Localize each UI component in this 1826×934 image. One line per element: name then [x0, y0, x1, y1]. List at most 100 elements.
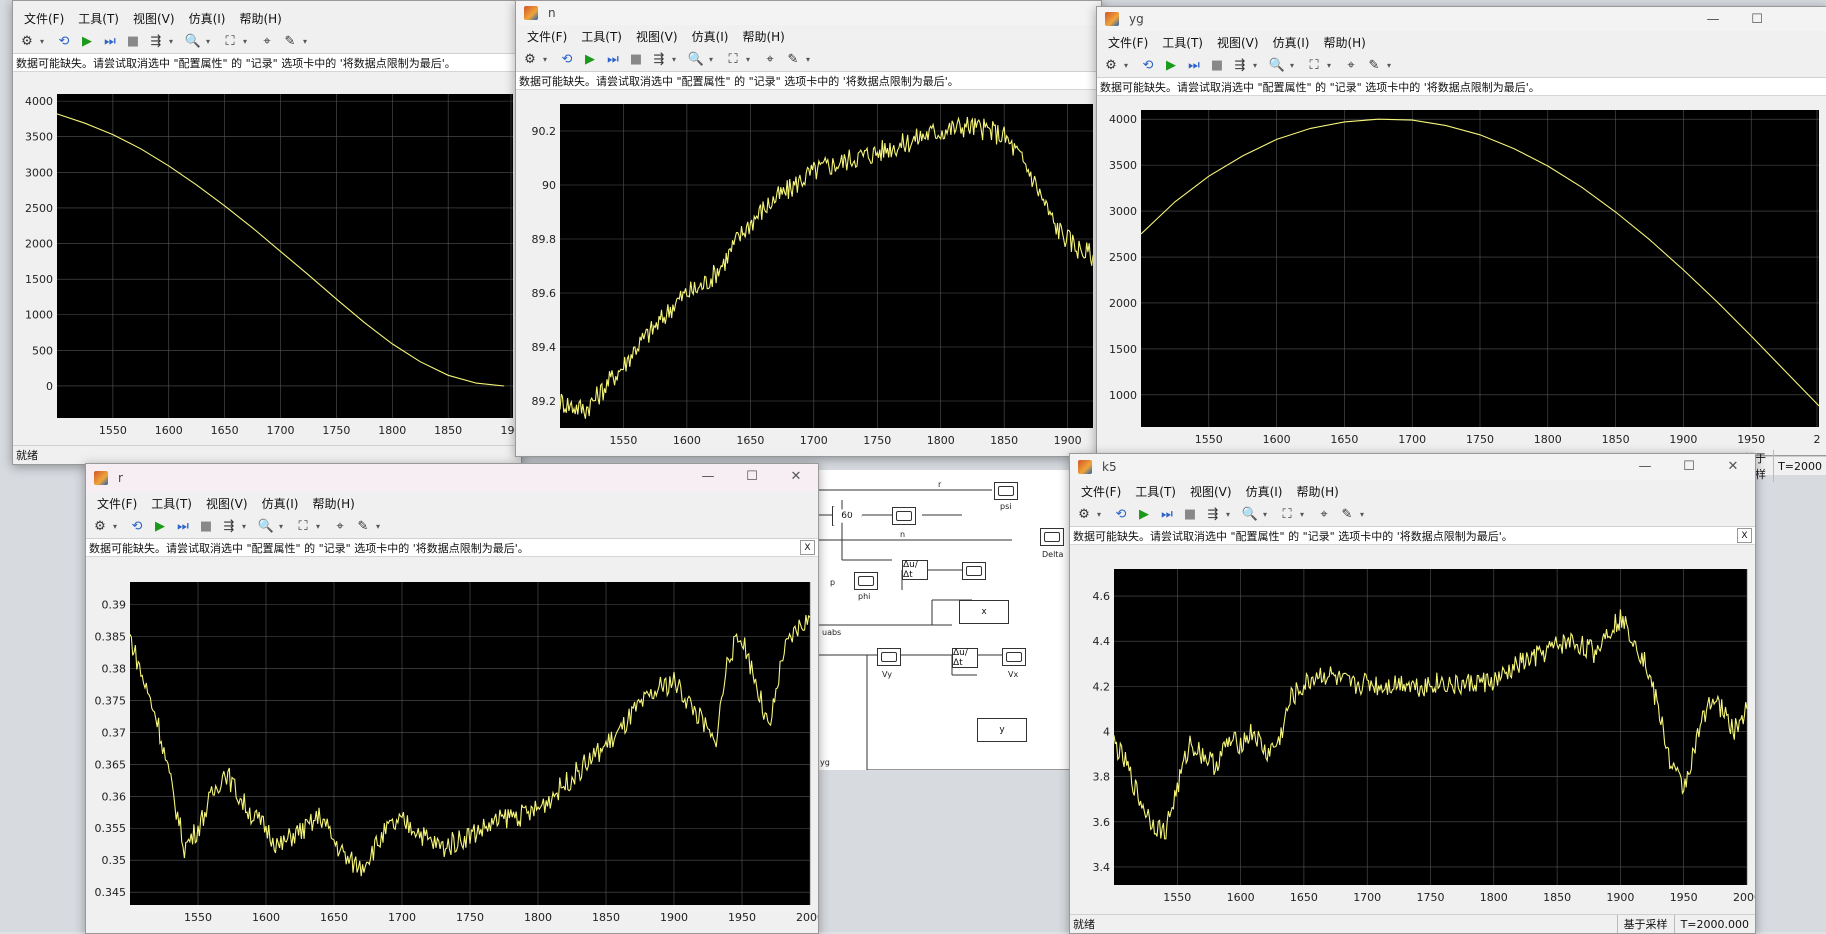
scope-block-delta[interactable]	[1040, 528, 1064, 546]
menu-help[interactable]: 帮助(H)	[742, 28, 784, 45]
menu-simulation[interactable]: 仿真(I)	[1273, 34, 1310, 51]
highlight-icon[interactable]: ⇶	[219, 516, 239, 536]
cursor-icon[interactable]: ⌖	[257, 31, 277, 51]
edit-dropdown[interactable]: ▾	[303, 37, 311, 46]
gear-icon[interactable]: ⚙	[17, 31, 37, 51]
menu-view[interactable]: 视图(V)	[636, 28, 678, 45]
titlebar[interactable]: r — ☐ ✕	[86, 464, 818, 492]
gear-icon[interactable]: ⚙	[90, 516, 110, 536]
restore-icon[interactable]: ⟲	[54, 31, 74, 51]
maximize-button[interactable]: ☐	[730, 464, 774, 488]
menu-tools[interactable]: 工具(T)	[581, 28, 622, 45]
derivative-block-1[interactable]: Δu/Δt	[902, 560, 928, 580]
step-forward-icon[interactable]: ⏭	[1184, 55, 1204, 75]
fit-dropdown[interactable]: ▾	[316, 522, 324, 531]
cursor-icon[interactable]: ⌖	[1341, 55, 1361, 75]
zoom-icon[interactable]: 🔍	[686, 49, 706, 69]
scope-block-n[interactable]	[892, 507, 916, 525]
gear-dropdown[interactable]: ▾	[1097, 510, 1105, 519]
restore-icon[interactable]: ⟲	[1111, 504, 1131, 524]
scope-block-vy[interactable]	[877, 648, 901, 666]
highlight-icon[interactable]: ⇶	[1203, 504, 1223, 524]
gear-icon[interactable]: ⚙	[520, 49, 540, 69]
restore-icon[interactable]: ⟲	[1138, 55, 1158, 75]
menu-simulation[interactable]: 仿真(I)	[1246, 483, 1283, 500]
zoom-icon[interactable]: 🔍	[1240, 504, 1260, 524]
edit-dropdown[interactable]: ▾	[1360, 510, 1368, 519]
step-forward-icon[interactable]: ⏭	[100, 31, 120, 51]
highlight-icon[interactable]: ⇶	[649, 49, 669, 69]
plot-area[interactable]: 0.345 0.35 0.355 0.36 0.365 0.37 0.375 0.38 0.38…	[86, 578, 818, 933]
menu-file[interactable]: 文件(F)	[527, 28, 567, 45]
menu-view[interactable]: 视图(V)	[133, 10, 175, 27]
edit-icon[interactable]: ✎	[280, 31, 300, 51]
plot-area[interactable]: 3.4 3.6 3.8 4 4.2 4.4 4.6 1550 1600 1650 1700 1750 1…	[1070, 565, 1755, 913]
stop-icon[interactable]: ■	[1180, 504, 1200, 524]
highlight-dropdown[interactable]: ▾	[242, 522, 250, 531]
edit-icon[interactable]: ✎	[783, 49, 803, 69]
titlebar[interactable]: k5 — ☐ ✕	[1070, 454, 1755, 480]
plot-area[interactable]: 1000 1500 2000 2500 3000 3500 4000 1550 1600 1650…	[1097, 106, 1826, 455]
restore-icon[interactable]: ⟲	[557, 49, 577, 69]
scope-block-psi[interactable]	[994, 482, 1018, 500]
menu-tools[interactable]: 工具(T)	[1135, 483, 1176, 500]
menu-tools[interactable]: 工具(T)	[1162, 34, 1203, 51]
menu-simulation[interactable]: 仿真(I)	[262, 495, 299, 512]
y-block[interactable]: y	[977, 718, 1027, 742]
zoom-icon[interactable]: 🔍	[1267, 55, 1287, 75]
highlight-dropdown[interactable]: ▾	[672, 55, 680, 64]
maximize-button[interactable]: ☐	[1667, 454, 1711, 478]
fit-dropdown[interactable]: ▾	[243, 37, 251, 46]
stop-icon[interactable]: ■	[196, 516, 216, 536]
minimize-button[interactable]: —	[1691, 7, 1735, 31]
gear-dropdown[interactable]: ▾	[1124, 61, 1132, 70]
zoom-dropdown[interactable]: ▾	[279, 522, 287, 531]
close-button[interactable]: ✕	[774, 464, 818, 488]
scope-window-yg[interactable]: yg — ☐ 文件(F) 工具(T) 视图(V) 仿真(I) 帮助(H) ⚙ ▾ …	[1096, 6, 1826, 456]
gear-icon[interactable]: ⚙	[1101, 55, 1121, 75]
menu-file[interactable]: 文件(F)	[1081, 483, 1121, 500]
close-button[interactable]: ✕	[1711, 454, 1755, 478]
fit-dropdown[interactable]: ▾	[1327, 61, 1335, 70]
menu-help[interactable]: 帮助(H)	[312, 495, 354, 512]
menu-file[interactable]: 文件(F)	[1108, 34, 1148, 51]
highlight-dropdown[interactable]: ▾	[1226, 510, 1234, 519]
gear-dropdown[interactable]: ▾	[40, 37, 48, 46]
edit-dropdown[interactable]: ▾	[1387, 61, 1395, 70]
play-icon[interactable]: ▶	[1161, 55, 1181, 75]
highlight-dropdown[interactable]: ▾	[169, 37, 177, 46]
fit-icon[interactable]: ⛶	[1304, 55, 1324, 75]
edit-dropdown[interactable]: ▾	[806, 55, 814, 64]
plot-area[interactable]: 0 500 1000 1500 2000 2500 3000 3500 4000 1550 1600…	[13, 90, 521, 446]
play-icon[interactable]: ▶	[150, 516, 170, 536]
scope-window-k5[interactable]: k5 — ☐ ✕ 文件(F) 工具(T) 视图(V) 仿真(I) 帮助(H) ⚙…	[1069, 453, 1756, 934]
simulink-diagram[interactable]: 60 r psi n Delta Δu/Δt p phi uabs x Δu/Δ…	[812, 470, 1072, 770]
cursor-icon[interactable]: ⌖	[330, 516, 350, 536]
scope-block-p[interactable]	[962, 562, 986, 580]
fit-icon[interactable]: ⛶	[293, 516, 313, 536]
menu-file[interactable]: 文件(F)	[97, 495, 137, 512]
menu-help[interactable]: 帮助(H)	[239, 10, 281, 27]
warning-close-button[interactable]: X	[800, 540, 815, 555]
menu-view[interactable]: 视图(V)	[1190, 483, 1232, 500]
scope-block-vx[interactable]	[1002, 648, 1026, 666]
play-icon[interactable]: ▶	[580, 49, 600, 69]
gear-icon[interactable]: ⚙	[1074, 504, 1094, 524]
minimize-button[interactable]: —	[1623, 454, 1667, 478]
fit-dropdown[interactable]: ▾	[1300, 510, 1308, 519]
zoom-dropdown[interactable]: ▾	[1263, 510, 1271, 519]
fit-icon[interactable]: ⛶	[723, 49, 743, 69]
play-icon[interactable]: ▶	[77, 31, 97, 51]
gear-dropdown[interactable]: ▾	[543, 55, 551, 64]
scope-window-1[interactable]: 文件(F) 工具(T) 视图(V) 仿真(I) 帮助(H) ⚙ ▾ ⟲ ▶ ⏭ ■…	[12, 0, 522, 465]
fit-icon[interactable]: ⛶	[1277, 504, 1297, 524]
edit-dropdown[interactable]: ▾	[376, 522, 384, 531]
titlebar[interactable]: n	[516, 1, 1101, 25]
cursor-icon[interactable]: ⌖	[1314, 504, 1334, 524]
edit-icon[interactable]: ✎	[353, 516, 373, 536]
zoom-dropdown[interactable]: ▾	[709, 55, 717, 64]
edit-icon[interactable]: ✎	[1337, 504, 1357, 524]
play-icon[interactable]: ▶	[1134, 504, 1154, 524]
scope-window-r[interactable]: r — ☐ ✕ 文件(F) 工具(T) 视图(V) 仿真(I) 帮助(H) ⚙ ▾…	[85, 463, 819, 934]
cursor-icon[interactable]: ⌖	[760, 49, 780, 69]
